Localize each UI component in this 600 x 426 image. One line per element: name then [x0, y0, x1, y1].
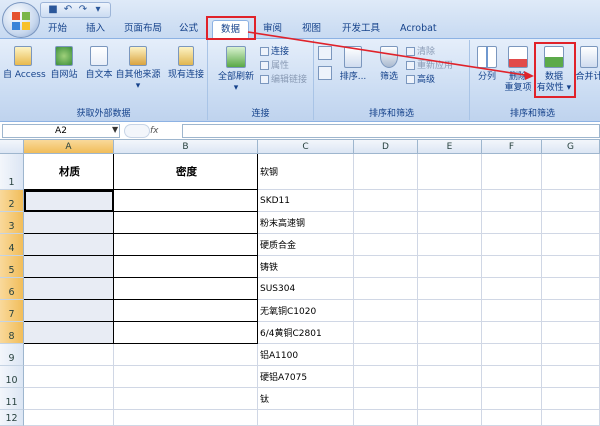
annotation-arrow — [247, 31, 534, 80]
